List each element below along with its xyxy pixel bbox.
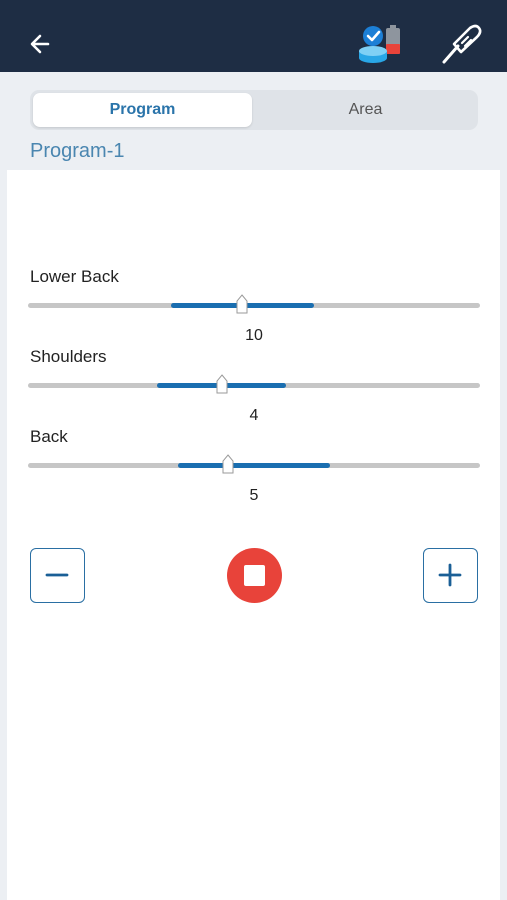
decrease-button[interactable]	[30, 548, 85, 603]
tab-area[interactable]: Area	[256, 93, 475, 127]
slider-label-lower-back: Lower Back	[30, 267, 119, 286]
minus-icon	[45, 573, 69, 577]
increase-button[interactable]	[423, 548, 478, 603]
slider-label-back: Back	[30, 427, 68, 446]
lower-back-slider[interactable]	[28, 303, 480, 308]
stop-icon	[244, 565, 265, 586]
program-title: Program-1	[30, 140, 125, 162]
program-area-segmented-control: Program Area	[30, 90, 478, 130]
slider-label-shoulders: Shoulders	[30, 347, 107, 366]
shoulders-value: 4	[249, 407, 259, 424]
electrode-probe-icon[interactable]	[438, 22, 484, 66]
tab-program[interactable]: Program	[33, 93, 252, 127]
lower-back-value: 10	[245, 327, 263, 344]
back-slider-thumb[interactable]	[222, 454, 234, 474]
lower-back-slider-thumb[interactable]	[236, 294, 248, 314]
back-value: 5	[249, 487, 259, 504]
device-connected-battery-icon	[356, 22, 406, 66]
back-slider[interactable]	[28, 463, 480, 468]
shoulders-slider-thumb[interactable]	[216, 374, 228, 394]
back-arrow-icon	[30, 34, 50, 54]
stop-button[interactable]	[227, 548, 282, 603]
plus-icon	[438, 563, 462, 587]
app-header	[0, 0, 507, 72]
shoulders-slider[interactable]	[28, 383, 480, 388]
back-slider-fill	[178, 463, 330, 468]
back-button[interactable]	[22, 26, 58, 62]
